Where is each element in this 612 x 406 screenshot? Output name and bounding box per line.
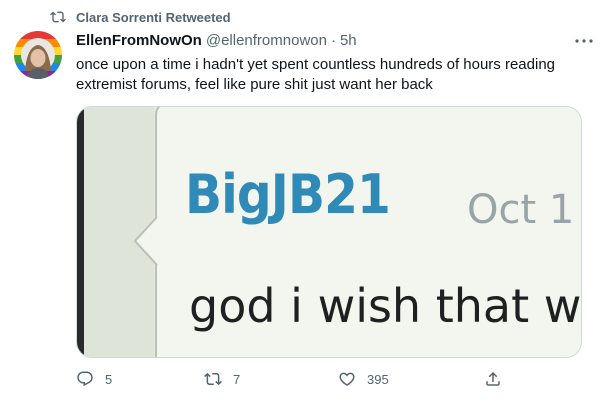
- share-button[interactable]: [484, 370, 513, 388]
- avatar[interactable]: [14, 31, 62, 79]
- retweet-button[interactable]: 7: [204, 370, 240, 388]
- reply-count: 5: [105, 371, 113, 387]
- separator-dot: ·: [330, 32, 336, 49]
- retweet-banner-text: Clara Sorrenti Retweeted: [76, 9, 231, 25]
- tweet-header: EllenFromNowOn @ellenfromnowon · 5h: [76, 32, 594, 49]
- like-count: 395: [367, 371, 389, 387]
- media-username: BigJB21: [185, 163, 391, 226]
- avatar-image: [14, 31, 62, 79]
- speech-bubble-pointer: [134, 217, 158, 265]
- tweet-text: once upon a time i hadn't yet spent coun…: [76, 56, 560, 93]
- retweet-icon: [50, 11, 66, 23]
- share-icon: [486, 371, 500, 386]
- display-name[interactable]: EllenFromNowOn: [76, 32, 202, 49]
- tweet-actions: 5 7 395: [76, 370, 506, 392]
- heart-icon: [339, 372, 355, 386]
- more-options-button[interactable]: [574, 34, 594, 48]
- media-message: god i wish that w: [189, 279, 582, 333]
- retweet-icon: [204, 372, 222, 386]
- retweet-count: 7: [233, 371, 241, 387]
- media-dark-edge: [77, 107, 84, 357]
- user-handle[interactable]: @ellenfromnowon: [206, 32, 327, 49]
- more-dots-icon: [575, 39, 593, 43]
- like-button[interactable]: 395: [338, 370, 389, 388]
- tweet-media-image[interactable]: BigJB21 Oct 1 god i wish that w: [76, 106, 582, 358]
- retweet-banner[interactable]: Clara Sorrenti Retweeted: [50, 9, 231, 25]
- tweet-timestamp[interactable]: 5h: [340, 32, 357, 49]
- media-date: Oct 1: [467, 187, 575, 233]
- reply-button[interactable]: 5: [76, 370, 112, 388]
- reply-icon: [77, 371, 93, 387]
